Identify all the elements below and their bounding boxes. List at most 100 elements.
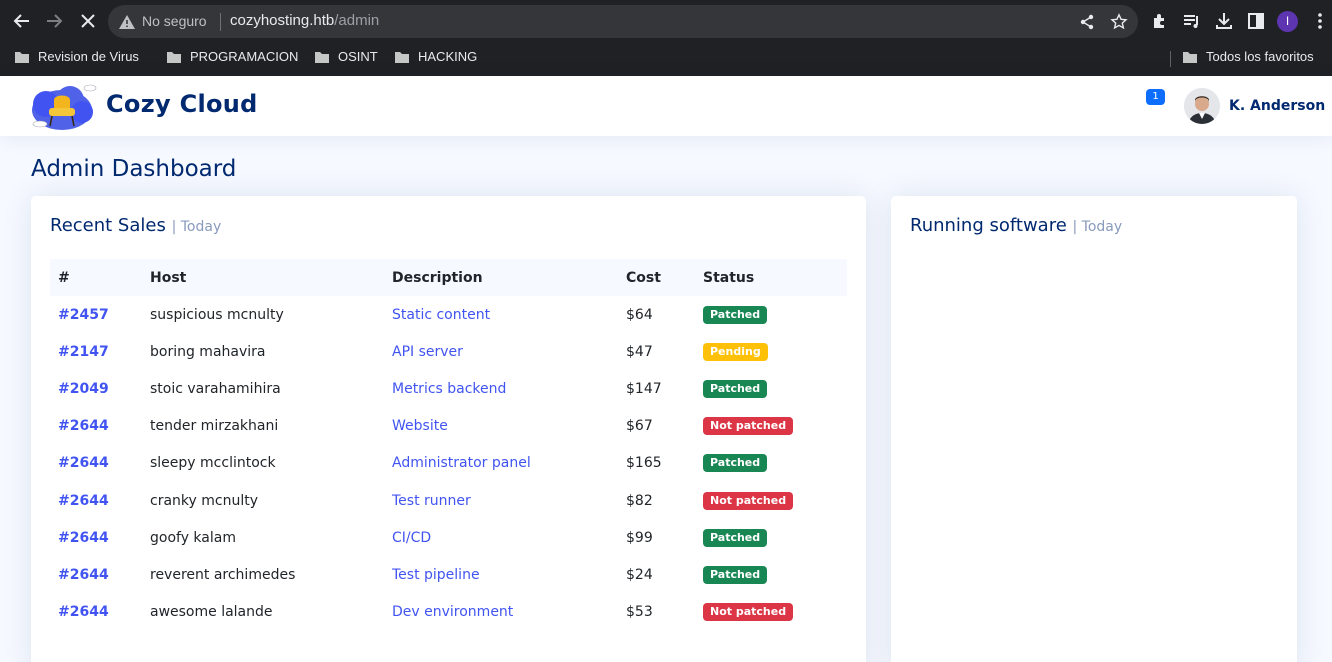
running-software-title: Running software | Today <box>910 215 1122 236</box>
bookmark-label: Revision de Virus <box>38 49 139 64</box>
table-row: #2644 sleepy mcclintock Administrator pane… <box>50 445 847 482</box>
host-cell: boring mahavira <box>150 343 266 360</box>
status-badge: Patched <box>703 528 768 547</box>
recent-sales-table: # Host Description Cost Status #2457 susp… <box>50 259 847 631</box>
bookmark-folder[interactable]: HACKING <box>394 49 477 64</box>
user-photo-icon <box>1184 88 1220 124</box>
table-row: #2644 goofy kalam CI/CD $99 Patched <box>50 519 847 556</box>
description-link[interactable]: Website <box>384 408 618 445</box>
status-badge: Not patched <box>703 417 794 436</box>
all-bookmarks-folder[interactable]: Todos los favoritos <box>1182 49 1314 64</box>
address-bar[interactable]: No seguro cozyhosting.htb/admin <box>108 5 1138 38</box>
arrow-right-icon <box>47 14 63 28</box>
all-bookmarks-label: Todos los favoritos <box>1206 49 1314 64</box>
status-cell: Patched <box>695 556 847 593</box>
url-text[interactable]: cozyhosting.htb/admin <box>230 12 379 29</box>
card-title-text: Running software <box>910 215 1067 236</box>
cost-cell: $53 <box>626 604 653 621</box>
url-path: /admin <box>334 12 380 29</box>
host-cell: sleepy mcclintock <box>150 455 276 472</box>
browser-toolbar: No seguro cozyhosting.htb/admin I <box>0 0 1332 42</box>
card-title-subtitle: | Today <box>171 219 222 235</box>
sale-id-link[interactable]: #2049 <box>50 370 142 407</box>
download-icon[interactable] <box>1214 11 1234 31</box>
bookmarks-divider <box>1170 51 1171 67</box>
star-icon[interactable] <box>1110 13 1128 31</box>
status-badge: Not patched <box>703 603 794 622</box>
bookmark-label: OSINT <box>338 49 378 64</box>
host-cell: goofy kalam <box>150 529 236 546</box>
column-header-id: # <box>58 269 70 286</box>
description-link[interactable]: Dev environment <box>384 594 618 631</box>
table-header-row: # Host Description Cost Status <box>50 259 847 296</box>
bookmark-folder[interactable]: Revision de Virus <box>14 49 139 64</box>
host-cell: suspicious mcnulty <box>150 306 284 323</box>
sale-id-link[interactable]: #2644 <box>50 408 142 445</box>
table-row: #2644 reverent archimedes Test pipeline $24… <box>50 556 847 593</box>
user-name[interactable]: K. Anderson <box>1229 98 1325 114</box>
sale-id-link[interactable]: #2644 <box>50 519 142 556</box>
status-badge: Pending <box>703 342 768 361</box>
description-link[interactable]: Static content <box>384 296 618 333</box>
status-cell: Patched <box>695 519 847 556</box>
sale-id-link[interactable]: #2457 <box>50 296 142 333</box>
bookmark-folder[interactable]: PROGRAMACION <box>166 49 298 64</box>
description-link[interactable]: Test runner <box>384 482 618 519</box>
cost-cell: $165 <box>626 455 662 472</box>
share-icon[interactable] <box>1078 13 1096 31</box>
folder-icon <box>167 51 181 63</box>
cost-cell: $82 <box>626 492 653 509</box>
side-panel-icon[interactable] <box>1246 11 1266 31</box>
status-cell: Not patched <box>695 408 847 445</box>
cost-cell: $99 <box>626 529 653 546</box>
sale-id-link[interactable]: #2644 <box>50 445 142 482</box>
table-row: #2147 boring mahavira API server $47 Pending <box>50 333 847 370</box>
folder-icon <box>315 51 329 63</box>
omnibox-divider <box>220 13 221 31</box>
sale-id-link[interactable]: #2147 <box>50 333 142 370</box>
description-link[interactable]: CI/CD <box>384 519 618 556</box>
forward-button[interactable] <box>42 9 66 33</box>
extensions-icon[interactable] <box>1150 11 1170 31</box>
cozy-cloud-logo[interactable] <box>26 78 98 134</box>
stop-loading-button[interactable] <box>76 9 100 33</box>
folder-icon <box>395 51 409 63</box>
card-title-text: Recent Sales <box>50 215 166 236</box>
warning-icon[interactable] <box>118 13 136 31</box>
description-link[interactable]: Metrics backend <box>384 370 618 407</box>
running-software-card: Running software | Today <box>891 196 1297 662</box>
host-cell: cranky mcnulty <box>150 492 258 509</box>
host-cell: reverent archimedes <box>150 566 296 583</box>
status-cell: Patched <box>695 296 847 333</box>
media-queue-icon[interactable] <box>1182 11 1202 31</box>
description-link[interactable]: Test pipeline <box>384 556 618 593</box>
more-vert-icon[interactable] <box>1310 11 1330 31</box>
table-row: #2457 suspicious mcnulty Static content $64… <box>50 296 847 333</box>
page-title: Admin Dashboard <box>31 156 237 182</box>
sale-id-link[interactable]: #2644 <box>50 482 142 519</box>
back-button[interactable] <box>10 9 34 33</box>
host-cell: tender mirzakhani <box>150 418 279 435</box>
cost-cell: $47 <box>626 343 653 360</box>
arrow-left-icon <box>13 14 29 28</box>
bookmark-label: HACKING <box>418 49 478 64</box>
status-cell: Patched <box>695 370 847 407</box>
status-cell: Not patched <box>695 482 847 519</box>
column-header-host: Host <box>150 269 187 286</box>
sale-id-link[interactable]: #2644 <box>50 556 142 593</box>
table-row: #2644 cranky mcnulty Test runner $82 Not pat… <box>50 482 847 519</box>
table-row: #2049 stoic varahamihira Metrics backend $1… <box>50 370 847 407</box>
security-label[interactable]: No seguro <box>142 13 207 29</box>
notification-badge[interactable]: 1 <box>1146 89 1165 105</box>
brand-name[interactable]: Cozy Cloud <box>106 90 258 118</box>
sale-id-link[interactable]: #2644 <box>50 594 142 631</box>
bookmark-folder[interactable]: OSINT <box>314 49 378 64</box>
profile-avatar[interactable]: I <box>1277 11 1298 32</box>
description-link[interactable]: API server <box>384 333 618 370</box>
description-link[interactable]: Administrator panel <box>384 445 618 482</box>
user-avatar[interactable] <box>1184 88 1220 124</box>
column-header-description: Description <box>392 269 483 286</box>
status-badge: Patched <box>703 305 768 324</box>
cost-cell: $67 <box>626 418 653 435</box>
bookmarks-bar: Revision de Virus PROGRAMACION OSINT HAC… <box>0 42 1332 76</box>
